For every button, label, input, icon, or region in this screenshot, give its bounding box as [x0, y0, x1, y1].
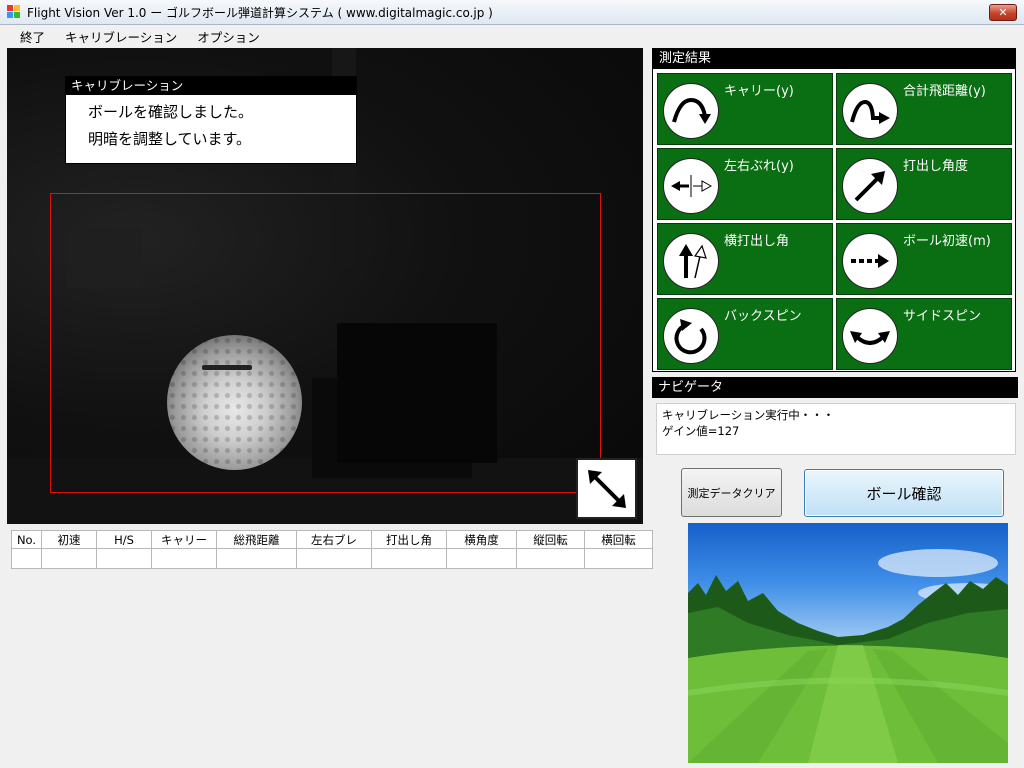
- total-distance-icon: [850, 99, 890, 124]
- results-title: 測定結果: [653, 49, 1015, 69]
- column-header[interactable]: キャリー: [151, 530, 217, 549]
- column-header[interactable]: 横回転: [584, 530, 653, 549]
- window-title: Flight Vision Ver 1.0 ー ゴルフボール弾道計算システム (…: [27, 5, 493, 20]
- launch-angle-icon: [854, 171, 885, 202]
- menu-options[interactable]: オプション: [187, 27, 270, 46]
- column-header[interactable]: 総飛距離: [216, 530, 297, 549]
- menu-calibration[interactable]: キャリブレーション: [55, 27, 187, 46]
- calibration-message: 明暗を調整しています。: [88, 130, 252, 148]
- detection-region: [50, 193, 601, 493]
- calibration-panel: キャリブレーション ボールを確認しました。 明暗を調整しています。: [65, 76, 357, 164]
- clear-data-button[interactable]: 測定データクリア: [681, 468, 782, 517]
- menu-exit[interactable]: 終了: [10, 27, 55, 46]
- menu-bar: 終了 キャリブレーション オプション: [0, 26, 1024, 47]
- measurement-table: No. 初速 H/S キャリー 総飛距離 左右ブレ 打出し角 横角度 縦回転 横…: [11, 530, 653, 569]
- side-launch-icon: [679, 244, 707, 279]
- result-tile-ball-speed: ボール初速(m): [836, 223, 1012, 295]
- carry-arc-icon: [672, 97, 711, 124]
- tile-label: 左右ぶれ(y): [724, 159, 794, 174]
- close-button[interactable]: ✕: [989, 4, 1017, 21]
- column-header[interactable]: 縦回転: [516, 530, 585, 549]
- title-bar: Flight Vision Ver 1.0 ー ゴルフボール弾道計算システム (…: [0, 0, 1024, 25]
- result-tile-launch-angle: 打出し角度: [836, 148, 1012, 220]
- navigator-line: ゲイン値=127: [662, 424, 740, 438]
- column-header[interactable]: 横角度: [446, 530, 517, 549]
- golf-ball-image: [167, 335, 302, 470]
- sidespin-icon: [850, 331, 890, 345]
- calibration-title: キャリブレーション: [66, 77, 356, 95]
- column-header[interactable]: H/S: [96, 530, 152, 549]
- backspin-icon: [674, 319, 707, 355]
- tile-label: 合計飛距離(y): [903, 84, 986, 99]
- tile-label: キャリー(y): [724, 84, 794, 99]
- column-header[interactable]: No.: [11, 530, 42, 549]
- ball-confirm-button[interactable]: ボール確認: [804, 469, 1004, 517]
- tile-label: 横打出し角: [724, 234, 790, 249]
- result-tile-backspin: バックスピン: [657, 298, 833, 370]
- tile-label: ボール初速(m): [903, 234, 991, 249]
- golf-course-image: [688, 523, 1008, 763]
- table-row[interactable]: [11, 548, 653, 569]
- data-table-area: No. 初速 H/S キャリー 総飛距離 左右ブレ 打出し角 横角度 縦回転 横…: [7, 528, 668, 762]
- result-tile-carry: キャリー(y): [657, 73, 833, 145]
- result-tile-lateral: 左右ぶれ(y): [657, 148, 833, 220]
- expand-view-button[interactable]: [576, 458, 637, 519]
- app-icon: [7, 5, 21, 19]
- result-tile-total-distance: 合計飛距離(y): [836, 73, 1012, 145]
- course-scene: [688, 549, 1008, 763]
- column-header[interactable]: 左右ブレ: [296, 530, 372, 549]
- tile-label: 打出し角度: [903, 159, 969, 174]
- results-panel: 測定結果 キャリー(y) 合計飛距離(y) 左右ぶれ(y) 打出し角度 横打出し…: [652, 48, 1016, 372]
- navigator-log: キャリブレーション実行中・・・ ゲイン値=127: [656, 403, 1016, 455]
- ball-speed-icon: [851, 254, 889, 268]
- calibration-message: ボールを確認しました。: [88, 103, 254, 121]
- tile-label: バックスピン: [724, 309, 802, 324]
- result-tile-side-launch: 横打出し角: [657, 223, 833, 295]
- column-header[interactable]: 打出し角: [371, 530, 447, 549]
- navigator-line: キャリブレーション実行中・・・: [662, 408, 835, 422]
- navigator-title: ナビゲータ: [652, 377, 1018, 398]
- diagonal-arrows-icon: [587, 469, 626, 508]
- result-tile-sidespin: サイドスピン: [836, 298, 1012, 370]
- lateral-deviation-icon: [671, 175, 713, 197]
- column-header[interactable]: 初速: [41, 530, 97, 549]
- camera-view: キャリブレーション ボールを確認しました。 明暗を調整しています。: [7, 48, 643, 524]
- tile-label: サイドスピン: [903, 309, 982, 324]
